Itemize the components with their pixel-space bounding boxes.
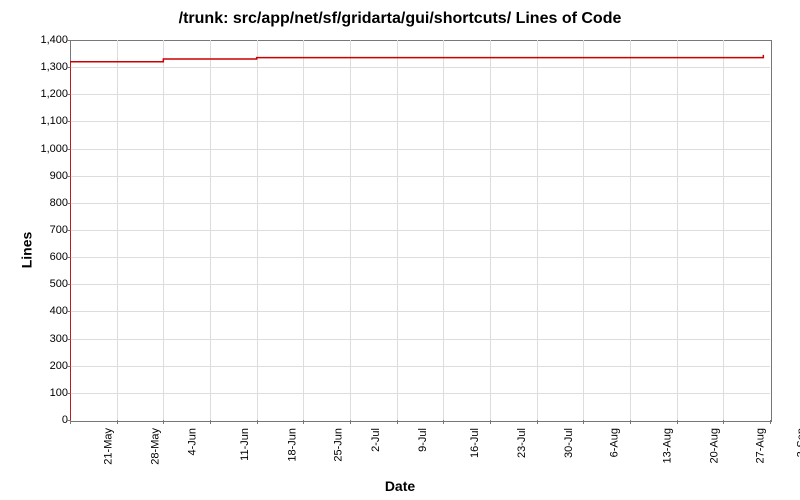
x-tick-label: 13-Aug xyxy=(661,428,673,463)
y-tick-label: 1,000 xyxy=(32,143,68,155)
x-tick-label: 4-Jun xyxy=(187,428,199,456)
y-tick-label: 400 xyxy=(32,305,68,317)
x-tick-label: 23-Jul xyxy=(516,428,528,458)
x-tick-label: 2-Jul xyxy=(370,428,382,452)
y-tick-label: 800 xyxy=(32,197,68,209)
y-tick-label: 100 xyxy=(32,387,68,399)
y-tick-label: 1,400 xyxy=(32,34,68,46)
y-tick-label: 300 xyxy=(32,333,68,345)
x-tick-label: 25-Jun xyxy=(333,428,345,462)
x-axis-label: Date xyxy=(0,478,800,494)
x-tick-label: 28-May xyxy=(149,428,161,465)
x-tick-label: 20-Aug xyxy=(708,428,720,463)
y-tick-label: 900 xyxy=(32,170,68,182)
y-tick-label: 600 xyxy=(32,251,68,263)
x-tick-label: 30-Jul xyxy=(563,428,575,458)
y-tick-label: 700 xyxy=(32,224,68,236)
y-tick-label: 0 xyxy=(32,414,68,426)
y-tick-label: 200 xyxy=(32,360,68,372)
x-tick-label: 16-Jul xyxy=(469,428,481,458)
plot-area xyxy=(70,40,772,422)
chart-container: /trunk: src/app/net/sf/gridarta/gui/shor… xyxy=(0,0,800,500)
x-tick-label: 18-Jun xyxy=(286,428,298,462)
x-tick-label: 21-May xyxy=(103,428,115,465)
x-tick-label: 6-Aug xyxy=(609,428,621,457)
chart-title: /trunk: src/app/net/sf/gridarta/gui/shor… xyxy=(0,10,800,28)
y-tick-label: 500 xyxy=(32,278,68,290)
y-tick-label: 1,200 xyxy=(32,88,68,100)
x-tick-label: 9-Jul xyxy=(417,428,429,452)
x-tick-label: 11-Jun xyxy=(239,428,251,461)
y-tick-label: 1,100 xyxy=(32,115,68,127)
x-tick-label: 27-Aug xyxy=(755,428,767,463)
y-tick-label: 1,300 xyxy=(32,61,68,73)
x-tick-label: 3-Sep xyxy=(795,428,800,457)
